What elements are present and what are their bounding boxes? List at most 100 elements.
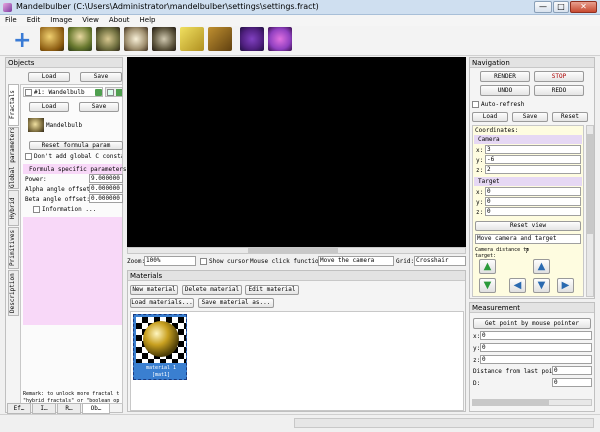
app-icon: [3, 3, 12, 12]
formula-description-area: [23, 217, 122, 325]
add-preset-icon[interactable]: +: [13, 30, 31, 52]
delete-material-button[interactable]: Delete material: [182, 285, 242, 295]
mouse-click-select[interactable]: Move the camera: [318, 256, 394, 266]
menu-file[interactable]: File: [0, 15, 22, 26]
tab-objects[interactable]: Ob…: [82, 403, 110, 414]
distance-field[interactable]: 0: [552, 366, 592, 375]
new-material-button[interactable]: New material: [130, 285, 178, 295]
render-image[interactable]: [127, 57, 466, 247]
menu-bar: File Edit Image View About Help: [0, 15, 600, 26]
formula-tab-2[interactable]: [105, 87, 123, 97]
preset-9-icon[interactable]: [268, 27, 292, 51]
preset-4-icon[interactable]: [124, 27, 148, 51]
objects-dock: Objects Load Save Fractals Global parame…: [5, 57, 127, 414]
material-item-label-1: material 1: [145, 365, 177, 371]
objects-save-button[interactable]: Save: [80, 72, 122, 82]
material-item[interactable]: material 1 [mat1]: [133, 314, 187, 380]
move-down-icon[interactable]: ▼: [533, 278, 550, 293]
material-preview-bg: [136, 317, 186, 363]
render-hscrollbar[interactable]: [127, 247, 466, 254]
measure-x-field[interactable]: 0: [480, 331, 592, 340]
undo-button[interactable]: UNDO: [480, 85, 530, 96]
formula-name: Mandelbulb: [46, 122, 83, 129]
tab-description[interactable]: Description: [8, 270, 19, 316]
formula-tab-1[interactable]: #1: Wandelbulb: [23, 87, 103, 97]
minimize-button[interactable]: —: [534, 1, 552, 13]
move-right-icon[interactable]: ▶: [557, 278, 574, 293]
menu-about[interactable]: About: [104, 15, 135, 26]
coordinates-title: Coordinates:: [475, 127, 519, 134]
tab-hybrid[interactable]: Hybrid: [8, 190, 19, 226]
tab-fractals[interactable]: Fractals: [8, 84, 19, 126]
beta-field[interactable]: 0.000000: [89, 194, 123, 203]
information-checkbox[interactable]: [33, 206, 40, 213]
maximize-button[interactable]: □: [553, 1, 569, 13]
formula-1-checkbox[interactable]: [25, 89, 32, 96]
move-down-green-icon[interactable]: ▼: [479, 278, 496, 293]
menu-view[interactable]: View: [77, 15, 104, 26]
nav-load-button[interactable]: Load: [472, 112, 508, 122]
mouse-click-label: Mouse click function:: [250, 258, 326, 265]
render-button[interactable]: RENDER: [480, 71, 530, 82]
move-up-icon[interactable]: ▲: [533, 259, 550, 274]
preset-2-icon[interactable]: [68, 27, 92, 51]
distance-2-field[interactable]: 0: [552, 378, 592, 387]
formula-save-button[interactable]: Save: [79, 102, 119, 112]
nav-reset-button[interactable]: Reset: [552, 112, 588, 122]
auto-refresh-checkbox[interactable]: [472, 101, 479, 108]
menu-image[interactable]: Image: [45, 15, 77, 26]
load-materials-button[interactable]: Load materials...: [130, 298, 194, 308]
menu-help[interactable]: Help: [135, 15, 161, 26]
formula-load-button[interactable]: Load: [29, 102, 69, 112]
preset-6-icon[interactable]: [180, 27, 204, 51]
preset-5-icon[interactable]: [152, 27, 176, 51]
tab-global-parameters[interactable]: Global parameters: [8, 127, 19, 189]
objects-load-button[interactable]: Load: [28, 72, 70, 82]
target-y-field[interactable]: 0: [485, 197, 581, 206]
title-bar: Mandelbulber (C:\Users\Administrator\man…: [0, 0, 600, 15]
move-mode-select[interactable]: Move camera and target: [475, 234, 581, 244]
measure-hscrollbar[interactable]: [472, 399, 592, 406]
reset-view-button[interactable]: Reset view: [475, 221, 581, 231]
measure-y-field[interactable]: 0: [480, 343, 592, 352]
preset-1-icon[interactable]: [40, 27, 64, 51]
power-field[interactable]: 9.000000: [89, 174, 123, 183]
render-hscroll-thumb[interactable]: [248, 248, 338, 253]
target-x-field[interactable]: 0: [485, 187, 581, 196]
close-button[interactable]: ✕: [570, 1, 597, 13]
target-z-field[interactable]: 0: [485, 207, 581, 216]
menu-edit[interactable]: Edit: [22, 15, 46, 26]
tab-primitives[interactable]: Primitives: [8, 227, 19, 269]
move-up-green-icon[interactable]: ▲: [479, 259, 496, 274]
save-material-button[interactable]: Save material as...: [198, 298, 274, 308]
tab-rendering[interactable]: R…: [57, 403, 81, 414]
camera-y-field[interactable]: -6: [485, 155, 581, 164]
grid-select[interactable]: Crosshair: [414, 256, 466, 266]
get-point-button[interactable]: Get point by mouse pointer: [473, 318, 591, 329]
tab-image[interactable]: I…: [32, 403, 56, 414]
dont-add-global-checkbox[interactable]: [25, 153, 32, 160]
material-preview-sphere: [143, 321, 179, 357]
preset-8-icon[interactable]: [240, 27, 264, 51]
redo-button[interactable]: REDO: [534, 85, 584, 96]
stop-button[interactable]: STOP: [534, 71, 584, 82]
target-title: Target: [478, 178, 500, 185]
formula-2-checkbox[interactable]: [107, 89, 114, 96]
move-left-icon[interactable]: ◀: [509, 278, 526, 293]
camera-z-field[interactable]: 2: [485, 165, 581, 174]
nav-vscroll-thumb[interactable]: [587, 134, 593, 234]
show-cursor-checkbox[interactable]: [200, 258, 207, 265]
nav-save-button[interactable]: Save: [512, 112, 548, 122]
reset-formula-button[interactable]: Reset formula param: [29, 141, 123, 150]
alpha-field[interactable]: 0.000000: [89, 184, 123, 193]
nav-vscrollbar[interactable]: [586, 125, 594, 297]
camera-x-field[interactable]: 3: [485, 145, 581, 154]
tab-effects[interactable]: Ef…: [7, 403, 31, 414]
measure-hscroll-thumb[interactable]: [473, 400, 549, 405]
zoom-select[interactable]: 100%: [144, 256, 196, 266]
materials-dock: Materials New material Delete material E…: [127, 270, 466, 412]
preset-3-icon[interactable]: [96, 27, 120, 51]
preset-7-icon[interactable]: [208, 27, 232, 51]
measure-z-field[interactable]: 0: [480, 355, 592, 364]
edit-material-button[interactable]: Edit material: [245, 285, 299, 295]
